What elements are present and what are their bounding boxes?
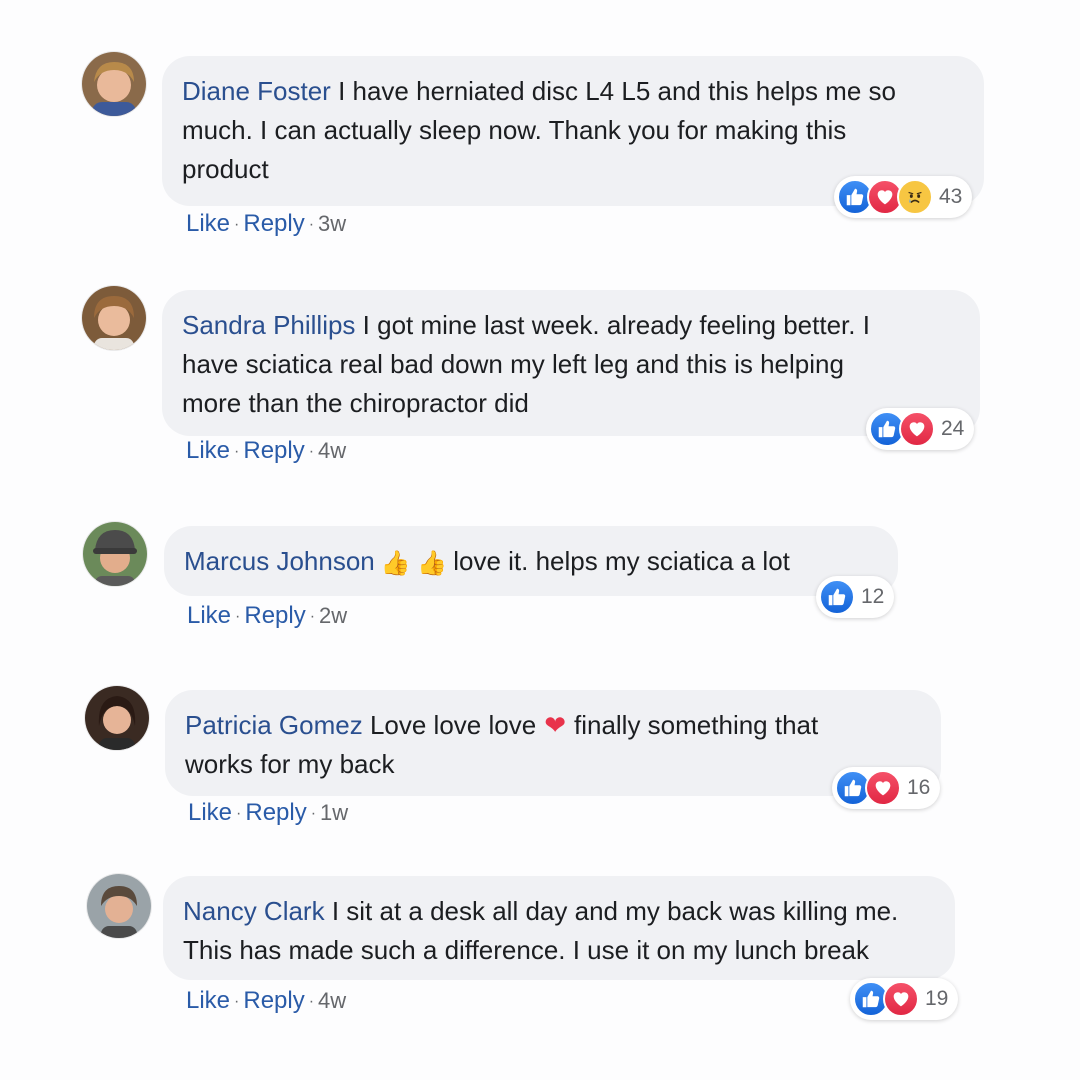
comment-text: I sit at a desk all day and my back was … — [324, 896, 899, 926]
avatar[interactable] — [82, 52, 146, 116]
separator: · — [234, 443, 240, 460]
avatar[interactable] — [87, 874, 151, 938]
reply-link[interactable]: Reply — [245, 799, 306, 826]
reaction-summary[interactable]: 12 — [816, 576, 895, 618]
reaction-count: 16 — [907, 776, 931, 799]
reply-link[interactable]: Reply — [243, 437, 304, 464]
comment-actions: Like · Reply · 4w — [186, 437, 346, 465]
love-reaction-icon — [865, 770, 901, 806]
separator: · — [308, 216, 315, 233]
comment-text: works for my back — [185, 749, 395, 779]
comment-text: much. I can actually sleep now. Thank yo… — [182, 115, 847, 145]
like-link[interactable]: Like — [186, 437, 230, 464]
reaction-summary[interactable]: 16 — [832, 767, 941, 809]
separator: · — [234, 993, 240, 1010]
comment-timestamp[interactable]: 1w — [320, 800, 348, 825]
comment-author[interactable]: Sandra Phillips — [182, 310, 355, 340]
separator: · — [308, 443, 315, 460]
comment-bubble: Nancy Clark I sit at a desk all day and … — [163, 876, 955, 980]
comment-author[interactable]: Patricia Gomez — [185, 710, 363, 740]
comment-text: finally something that — [573, 710, 819, 740]
comment-bubble: Sandra Phillips I got mine last week. al… — [162, 290, 980, 436]
comment-timestamp[interactable]: 4w — [318, 438, 346, 463]
comment-author[interactable]: Nancy Clark — [183, 896, 325, 926]
comment-text: Love love love — [362, 710, 537, 740]
separator: · — [308, 993, 315, 1010]
like-link[interactable]: Like — [187, 602, 231, 629]
avatar[interactable] — [85, 686, 149, 750]
comment-text: love it. helps my sciatica a lot — [453, 546, 790, 576]
avatar[interactable] — [83, 522, 147, 586]
comment-author[interactable]: Marcus Johnson — [184, 546, 375, 576]
reply-link[interactable]: Reply — [243, 210, 304, 237]
reaction-count: 43 — [939, 185, 963, 208]
comment-actions: Like · Reply · 3w — [186, 210, 346, 238]
comment-actions: Like · Reply · 1w — [188, 799, 348, 827]
reaction-summary[interactable]: 19 — [850, 978, 959, 1020]
separator: · — [310, 805, 317, 822]
comment-actions: Like · Reply · 2w — [187, 602, 347, 630]
thumbs-up-emoji-icon: 👍 👍 — [380, 550, 448, 577]
separator: · — [234, 216, 240, 233]
comment-text: I have herniated disc L4 L5 and this hel… — [330, 76, 896, 106]
reaction-count: 24 — [941, 417, 965, 440]
comment-author[interactable]: Diane Foster — [182, 76, 331, 106]
reaction-summary[interactable]: 24 — [866, 408, 975, 450]
comment-text: have sciatica real bad down my left leg … — [182, 349, 844, 379]
comment-bubble: Marcus Johnson 👍 👍 love it. helps my sciat… — [164, 526, 898, 596]
separator: · — [309, 608, 316, 625]
like-link[interactable]: Like — [186, 987, 230, 1014]
reaction-count: 19 — [925, 987, 949, 1010]
reaction-count: 12 — [861, 585, 885, 608]
comment-timestamp[interactable]: 3w — [318, 211, 346, 236]
separator: · — [235, 608, 241, 625]
comment-text: product — [182, 154, 269, 184]
reaction-summary[interactable]: 43 — [834, 176, 973, 218]
separator: · — [236, 805, 242, 822]
comment-timestamp[interactable]: 4w — [318, 988, 346, 1013]
comment-bubble: Patricia Gomez Love love love ❤ finally so… — [165, 690, 941, 796]
love-reaction-icon — [899, 411, 935, 447]
avatar[interactable] — [82, 286, 146, 350]
sad-reaction-icon — [897, 179, 933, 215]
like-reaction-icon — [819, 579, 855, 615]
red-heart-emoji-icon: ❤ — [544, 710, 566, 740]
reply-link[interactable]: Reply — [243, 987, 304, 1014]
reply-link[interactable]: Reply — [244, 602, 305, 629]
comment-timestamp[interactable]: 2w — [319, 603, 347, 628]
love-reaction-icon — [883, 981, 919, 1017]
like-link[interactable]: Like — [186, 210, 230, 237]
comment-text: This has made such a difference. I use i… — [183, 935, 869, 965]
comment-actions: Like · Reply · 4w — [186, 987, 346, 1015]
like-link[interactable]: Like — [188, 799, 232, 826]
comment-text: I got mine last week. already feeling be… — [355, 310, 870, 340]
comment-text: more than the chiropractor did — [182, 388, 529, 418]
